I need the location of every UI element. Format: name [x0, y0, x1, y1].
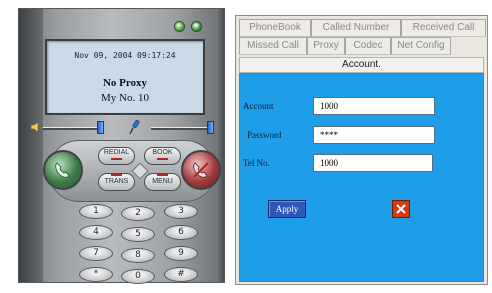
keypad-key-1[interactable]: 1 [79, 204, 113, 219]
keypad-key-7[interactable]: 7 [79, 246, 113, 261]
keypad-key-9[interactable]: 9 [164, 246, 198, 261]
keypad-key-8[interactable]: 8 [121, 248, 155, 263]
book-label: BOOK [152, 149, 173, 156]
tab-net-config[interactable]: Net Config [391, 37, 451, 55]
hangup-button[interactable] [181, 150, 221, 190]
password-field[interactable]: **** [313, 126, 435, 144]
tab-row-2: Missed Call Proxy Codec Net Config [239, 37, 451, 55]
keypad-key-4[interactable]: 4 [79, 225, 113, 240]
speaker-volume-track [43, 127, 101, 130]
book-button[interactable]: BOOK [144, 147, 181, 165]
minimize-button[interactable]: – [174, 21, 185, 32]
menu-button[interactable]: MENU [144, 173, 181, 191]
trans-button[interactable]: TRANS [98, 173, 135, 191]
account-label: Account [243, 101, 274, 111]
tab-account[interactable]: Account. [239, 57, 484, 73]
tab-phonebook[interactable]: PhoneBook [239, 19, 311, 37]
menu-label: MENU [152, 178, 173, 185]
speaker-icon [31, 122, 39, 132]
mic-volume-track [151, 127, 207, 130]
keypad-key-0[interactable]: 0 [121, 269, 155, 284]
keypad-key-hash[interactable]: # [164, 267, 198, 282]
minimize-icon: – [177, 23, 182, 30]
tab-codec[interactable]: Codec [345, 37, 391, 55]
config-window: PhoneBook Called Number Received Call Mi… [235, 15, 488, 285]
softphone-body: – × Nov 09, 2004 09:17:24 No Proxy My No… [18, 8, 225, 284]
tab-received-call[interactable]: Received Call [401, 19, 486, 37]
trans-indicator [111, 174, 122, 176]
close-x-icon [396, 204, 406, 214]
tab-missed-call[interactable]: Missed Call [239, 37, 307, 55]
menu-indicator [157, 174, 168, 176]
phone-left-edge [19, 9, 43, 282]
redial-button[interactable]: REDIAL [98, 147, 135, 165]
cancel-button[interactable] [392, 200, 410, 218]
keypad-key-6[interactable]: 6 [164, 225, 198, 240]
redial-indicator [111, 158, 122, 160]
display-my-number: My No. 10 [101, 92, 149, 104]
password-label: Password [247, 130, 282, 140]
keypad-key-3[interactable]: 3 [164, 204, 198, 219]
close-icon: × [194, 23, 199, 30]
close-button[interactable]: × [191, 21, 202, 32]
account-form: Account 1000 Password **** Tel No. 1000 … [239, 73, 484, 282]
tab-row-1: PhoneBook Called Number Received Call [239, 19, 486, 37]
call-button[interactable] [43, 150, 83, 190]
redial-label: REDIAL [103, 149, 130, 156]
tab-proxy[interactable]: Proxy [307, 37, 345, 55]
tab-called-number[interactable]: Called Number [311, 19, 401, 37]
keypad-key-star[interactable]: * [79, 267, 113, 282]
microphone-icon [129, 120, 140, 135]
tel-no-field[interactable]: 1000 [313, 154, 433, 172]
tel-no-label: Tel No. [243, 158, 270, 168]
keypad-key-5[interactable]: 5 [121, 227, 155, 242]
keypad-key-2[interactable]: 2 [121, 206, 155, 221]
apply-button[interactable]: Apply [268, 200, 306, 218]
account-field[interactable]: 1000 [313, 97, 435, 115]
hangup-icon [193, 162, 209, 178]
volume-controls [29, 120, 219, 135]
book-indicator [157, 158, 168, 160]
display-datetime: Nov 09, 2004 09:17:24 [74, 51, 176, 60]
phone-handset-icon [55, 162, 70, 178]
phone-right-edge [216, 9, 224, 282]
phone-display: Nov 09, 2004 09:17:24 No Proxy My No. 10 [45, 39, 205, 115]
display-proxy-status: No Proxy [102, 77, 148, 89]
speaker-volume-slider[interactable] [97, 121, 104, 134]
mic-volume-slider[interactable] [207, 121, 214, 134]
trans-label: TRANS [104, 178, 129, 185]
